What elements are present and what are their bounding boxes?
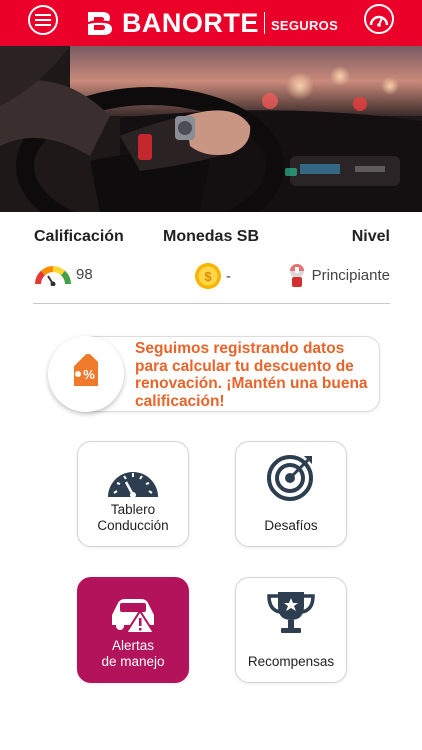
target-icon [267,455,313,501]
menu-button[interactable] [28,5,58,35]
stats-labels: Calificación Monedas SB Nivel [34,228,390,248]
tile-label: Tablero Conducción [78,502,188,534]
svg-text:%: % [83,367,95,382]
tag-discount-icon: % [73,354,99,387]
app-header: BANORTE SEGUROS [0,0,422,46]
trophy-icon [267,592,315,633]
level-value: Principiante [311,266,390,284]
banner-icon-circle: % [48,336,124,412]
tile-label-line-1: Tablero [110,502,156,517]
brand-subtitle: SEGUROS [270,17,339,33]
tile-driving-alerts[interactable]: Alertas de manejo [77,577,189,683]
tile-label-line-1: Alertas [111,638,155,653]
rating-value-group[interactable]: 98 [34,262,93,286]
beginner-level-icon [289,264,304,287]
dashboard-gauge-icon [108,472,158,498]
tile-label: Alertas de manejo [78,638,188,670]
tile-label-line-1: Desafíos [264,518,318,533]
tile-icon-wrap [266,452,316,502]
banorte-logo-icon [85,12,114,35]
tile-challenges[interactable]: Desafíos [235,441,347,547]
rating-value: 98 [76,265,93,283]
stats-values: 98 $ - Principiante [34,262,390,292]
car-alert-icon [112,599,156,633]
brand-logo: BANORTE SEGUROS [84,8,338,39]
coins-value: - [226,267,231,285]
tile-icon-wrap [106,588,160,638]
rating-label: Calificación [34,228,124,245]
coin-icon: $ [195,263,221,289]
level-label: Nivel [351,228,390,245]
tile-icon-wrap [264,588,318,638]
tile-driving-dashboard[interactable]: Tablero Conducción [77,441,189,547]
coins-label: Monedas SB [163,228,260,245]
hero-image [0,46,422,212]
tile-icon-wrap [104,452,162,502]
tile-rewards[interactable]: Recompensas [235,577,347,683]
level-value-group[interactable]: Principiante [286,262,390,288]
coins-value-group[interactable]: $ - [194,262,231,290]
tile-label: Desafíos [236,518,346,534]
svg-text:$: $ [204,269,212,284]
speedometer-button[interactable] [364,4,394,34]
rating-gauge-icon [35,266,71,286]
tile-label: Recompensas [236,654,346,670]
speedometer-icon [369,15,389,27]
brand-name: BANORTE [121,7,259,38]
divider [33,303,390,304]
tile-label-line-2: Conducción [97,518,169,533]
menu-icon [35,14,51,26]
tile-label-line-2: de manejo [101,654,165,669]
banner-text: Seguimos registrando datos para calcular… [135,340,368,410]
tile-label-line-1: Recompensas [247,654,335,669]
brand-separator [263,12,265,34]
